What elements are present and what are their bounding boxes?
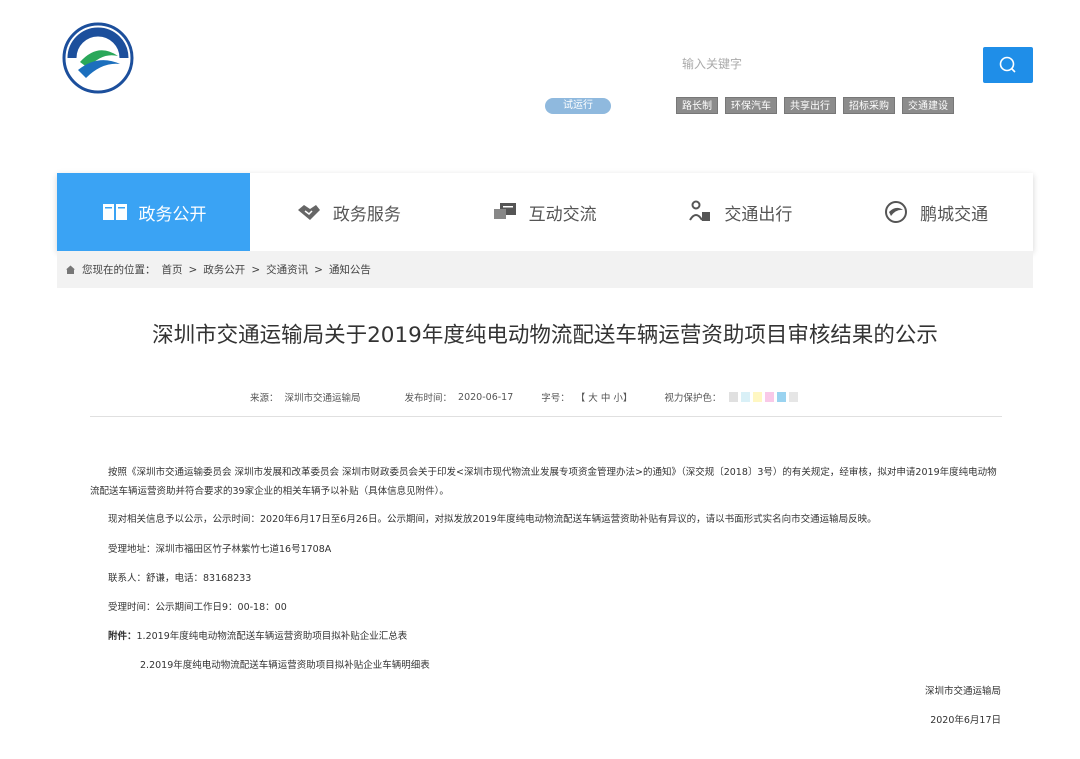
breadcrumb-government-affairs[interactable]: 政务公开 xyxy=(203,262,245,277)
main-nav: 政务公开 政务服务 互动交流 交通出行 鹏城交通 xyxy=(57,173,1033,251)
nav-item-interaction[interactable]: 互动交流 xyxy=(446,173,642,251)
eye-protection-swatches xyxy=(729,392,799,402)
attachment-link-2[interactable]: 2.2019年度纯电动物流配送车辆运营资助项目拟补贴企业车辆明细表 xyxy=(140,656,430,675)
breadcrumb-separator: > xyxy=(188,263,198,276)
book-icon xyxy=(101,200,129,224)
address-line: 受理地址：深圳市福田区竹子林紫竹七道16号1708A xyxy=(108,544,332,555)
article-paragraph: 现对相关信息予以公示，公示时间：2020年6月17日至6月26日。公示期间，对拟… xyxy=(108,514,877,525)
signature-date: 2020年6月17日 xyxy=(930,715,1001,726)
nav-item-label: 政务公开 xyxy=(138,204,207,225)
eye-protection-label: 视力保护色： xyxy=(664,393,722,404)
breadcrumb-separator: > xyxy=(314,263,323,276)
date-value: 2020-06-17 xyxy=(458,391,514,403)
contact-line: 联系人：舒谦，电话：83168233 xyxy=(108,573,252,584)
nav-item-government-services[interactable]: 政务服务 xyxy=(250,173,446,251)
divider xyxy=(90,416,1002,417)
eye-color-swatch[interactable] xyxy=(789,392,799,402)
traveler-icon xyxy=(686,200,714,224)
search-input[interactable] xyxy=(678,50,978,78)
breadcrumb-transport-news[interactable]: 交通资讯 xyxy=(266,262,308,277)
font-size-controls[interactable]: 【 大 中 小】 xyxy=(576,390,633,404)
nav-item-label: 政务服务 xyxy=(332,204,401,225)
hours-line: 受理时间：公示期间工作日9：00-18：00 xyxy=(108,602,287,613)
quick-links: 路长制 环保汽车 共享出行 招标采购 交通建设 xyxy=(676,97,954,114)
search-button[interactable] xyxy=(983,47,1033,83)
nav-item-label: 互动交流 xyxy=(528,204,597,225)
breadcrumb-notices[interactable]: 通知公告 xyxy=(329,262,371,277)
attachment-line: 附件：1.2019年度纯电动物流配送车辆运营资助项目拟补贴企业汇总表 xyxy=(108,627,407,646)
attachment-label: 附件： xyxy=(108,631,137,642)
article-paragraph: 按照《深圳市交通运输委员会 深圳市发展和改革委员会 深圳市财政委员会关于印发<深… xyxy=(90,467,997,497)
chat-icon xyxy=(491,200,519,224)
quick-link-eco-car[interactable]: 环保汽车 xyxy=(725,97,777,114)
nav-item-label: 交通出行 xyxy=(724,204,793,225)
nav-item-government-affairs[interactable]: 政务公开 xyxy=(57,173,250,251)
site-logo[interactable] xyxy=(62,22,134,94)
trial-run-badge: 试运行 xyxy=(545,98,611,114)
source-value: 深圳市交通运输局 xyxy=(284,393,361,404)
quick-link-procurement[interactable]: 招标采购 xyxy=(843,97,895,114)
eye-color-swatch[interactable] xyxy=(765,392,775,402)
quick-link-shared-travel[interactable]: 共享出行 xyxy=(784,97,836,114)
site-logo-emblem xyxy=(62,22,134,94)
font-size-label: 字号： xyxy=(541,393,570,404)
search-icon xyxy=(999,56,1016,73)
signature: 深圳市交通运输局 xyxy=(924,686,1001,697)
attachment-link-1[interactable]: 1.2019年度纯电动物流配送车辆运营资助项目拟补贴企业汇总表 xyxy=(137,631,408,642)
swirl-logo-icon xyxy=(882,200,910,224)
nav-item-pengcheng-transport[interactable]: 鹏城交通 xyxy=(837,173,1033,251)
quick-link-road-chief[interactable]: 路长制 xyxy=(676,97,718,114)
nav-item-transport-travel[interactable]: 交通出行 xyxy=(642,173,838,251)
eye-color-swatch[interactable] xyxy=(753,392,763,402)
breadcrumb: 您现在的位置： 首页 > 政务公开 > 交通资讯 > 通知公告 xyxy=(57,251,1033,288)
nav-item-label: 鹏城交通 xyxy=(920,204,989,225)
breadcrumb-home[interactable]: 首页 xyxy=(162,262,183,277)
source-label: 来源： xyxy=(250,393,279,404)
home-icon xyxy=(66,265,75,274)
date-label: 发布时间： xyxy=(404,393,453,404)
handshake-icon xyxy=(295,200,323,224)
article-meta: 来源： 深圳市交通运输局 发布时间： 2020-06-17 字号： 【 大 中 … xyxy=(250,390,850,404)
eye-color-swatch[interactable] xyxy=(777,392,787,402)
breadcrumb-separator: > xyxy=(251,263,261,276)
breadcrumb-prefix: 您现在的位置： xyxy=(82,264,156,276)
eye-color-swatch[interactable] xyxy=(741,392,751,402)
eye-color-swatch[interactable] xyxy=(729,392,739,402)
article-title: 深圳市交通运输局关于2019年度纯电动物流配送车辆运营资助项目审核结果的公示 xyxy=(152,323,938,348)
quick-link-transport-construction[interactable]: 交通建设 xyxy=(902,97,954,114)
